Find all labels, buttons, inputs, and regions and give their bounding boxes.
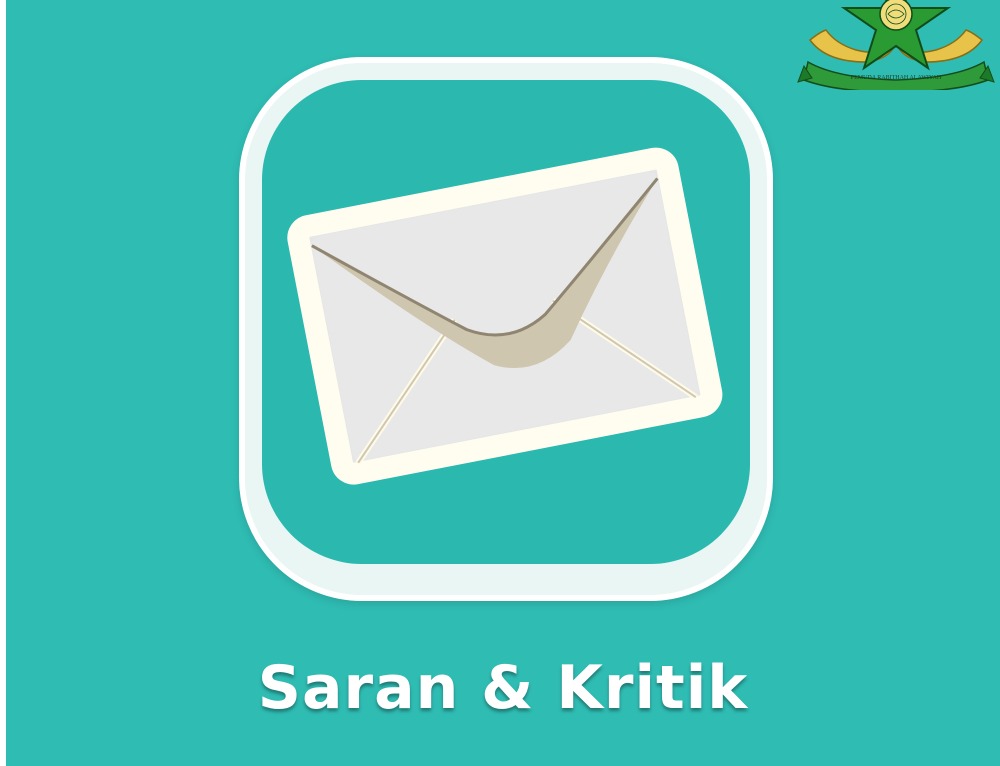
envelope-app-icon (239, 57, 773, 601)
page-title: Saran & Kritik (257, 653, 749, 723)
background-panel: PEMUDA RABITHAH ALAWIYAH Saran & Kritik (6, 0, 1000, 766)
organization-logo-icon: PEMUDA RABITHAH ALAWIYAH (797, 0, 995, 90)
logo-text: PEMUDA RABITHAH ALAWIYAH (851, 75, 942, 81)
